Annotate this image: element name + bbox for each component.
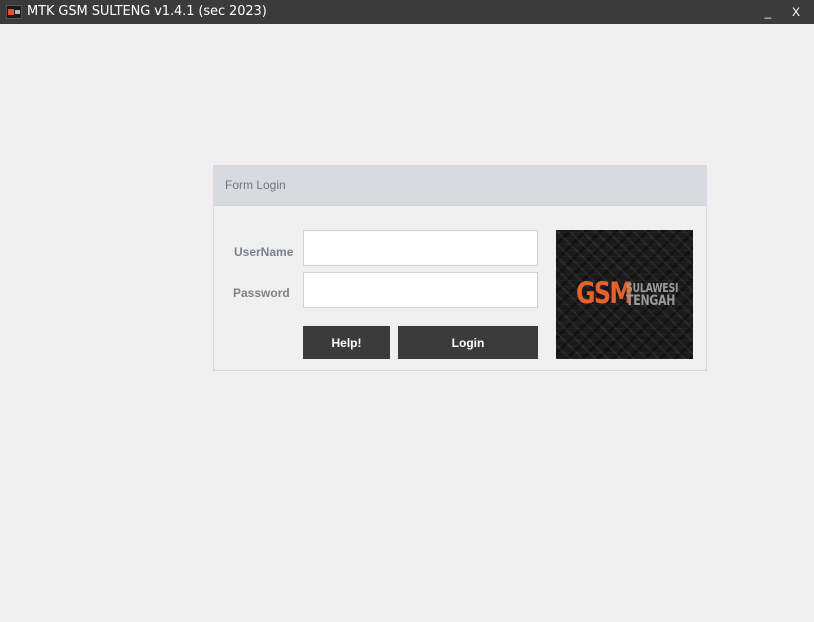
close-button[interactable]: X [786, 3, 806, 21]
login-panel: Form Login UserName Password Help! Login… [213, 165, 707, 371]
help-button[interactable]: Help! [303, 326, 390, 359]
panel-header: Form Login [214, 166, 706, 206]
panel-title: Form Login [225, 178, 286, 192]
login-button[interactable]: Login [398, 326, 538, 359]
title-bar: MTK GSM SULTENG v1.4.1 (sec 2023) _ X [0, 0, 814, 24]
password-input[interactable] [303, 272, 538, 308]
app-icon [6, 5, 22, 19]
logo-gsm-text: GSM [576, 276, 633, 310]
gsm-logo: GSM SULAWESI TENGAH [556, 230, 693, 359]
window-title: MTK GSM SULTENG v1.4.1 (sec 2023) [27, 4, 267, 19]
username-input[interactable] [303, 230, 538, 266]
username-label: UserName [234, 245, 294, 259]
password-label: Password [233, 286, 290, 300]
minimize-button[interactable]: _ [758, 3, 778, 21]
logo-line2: TENGAH [626, 293, 676, 309]
